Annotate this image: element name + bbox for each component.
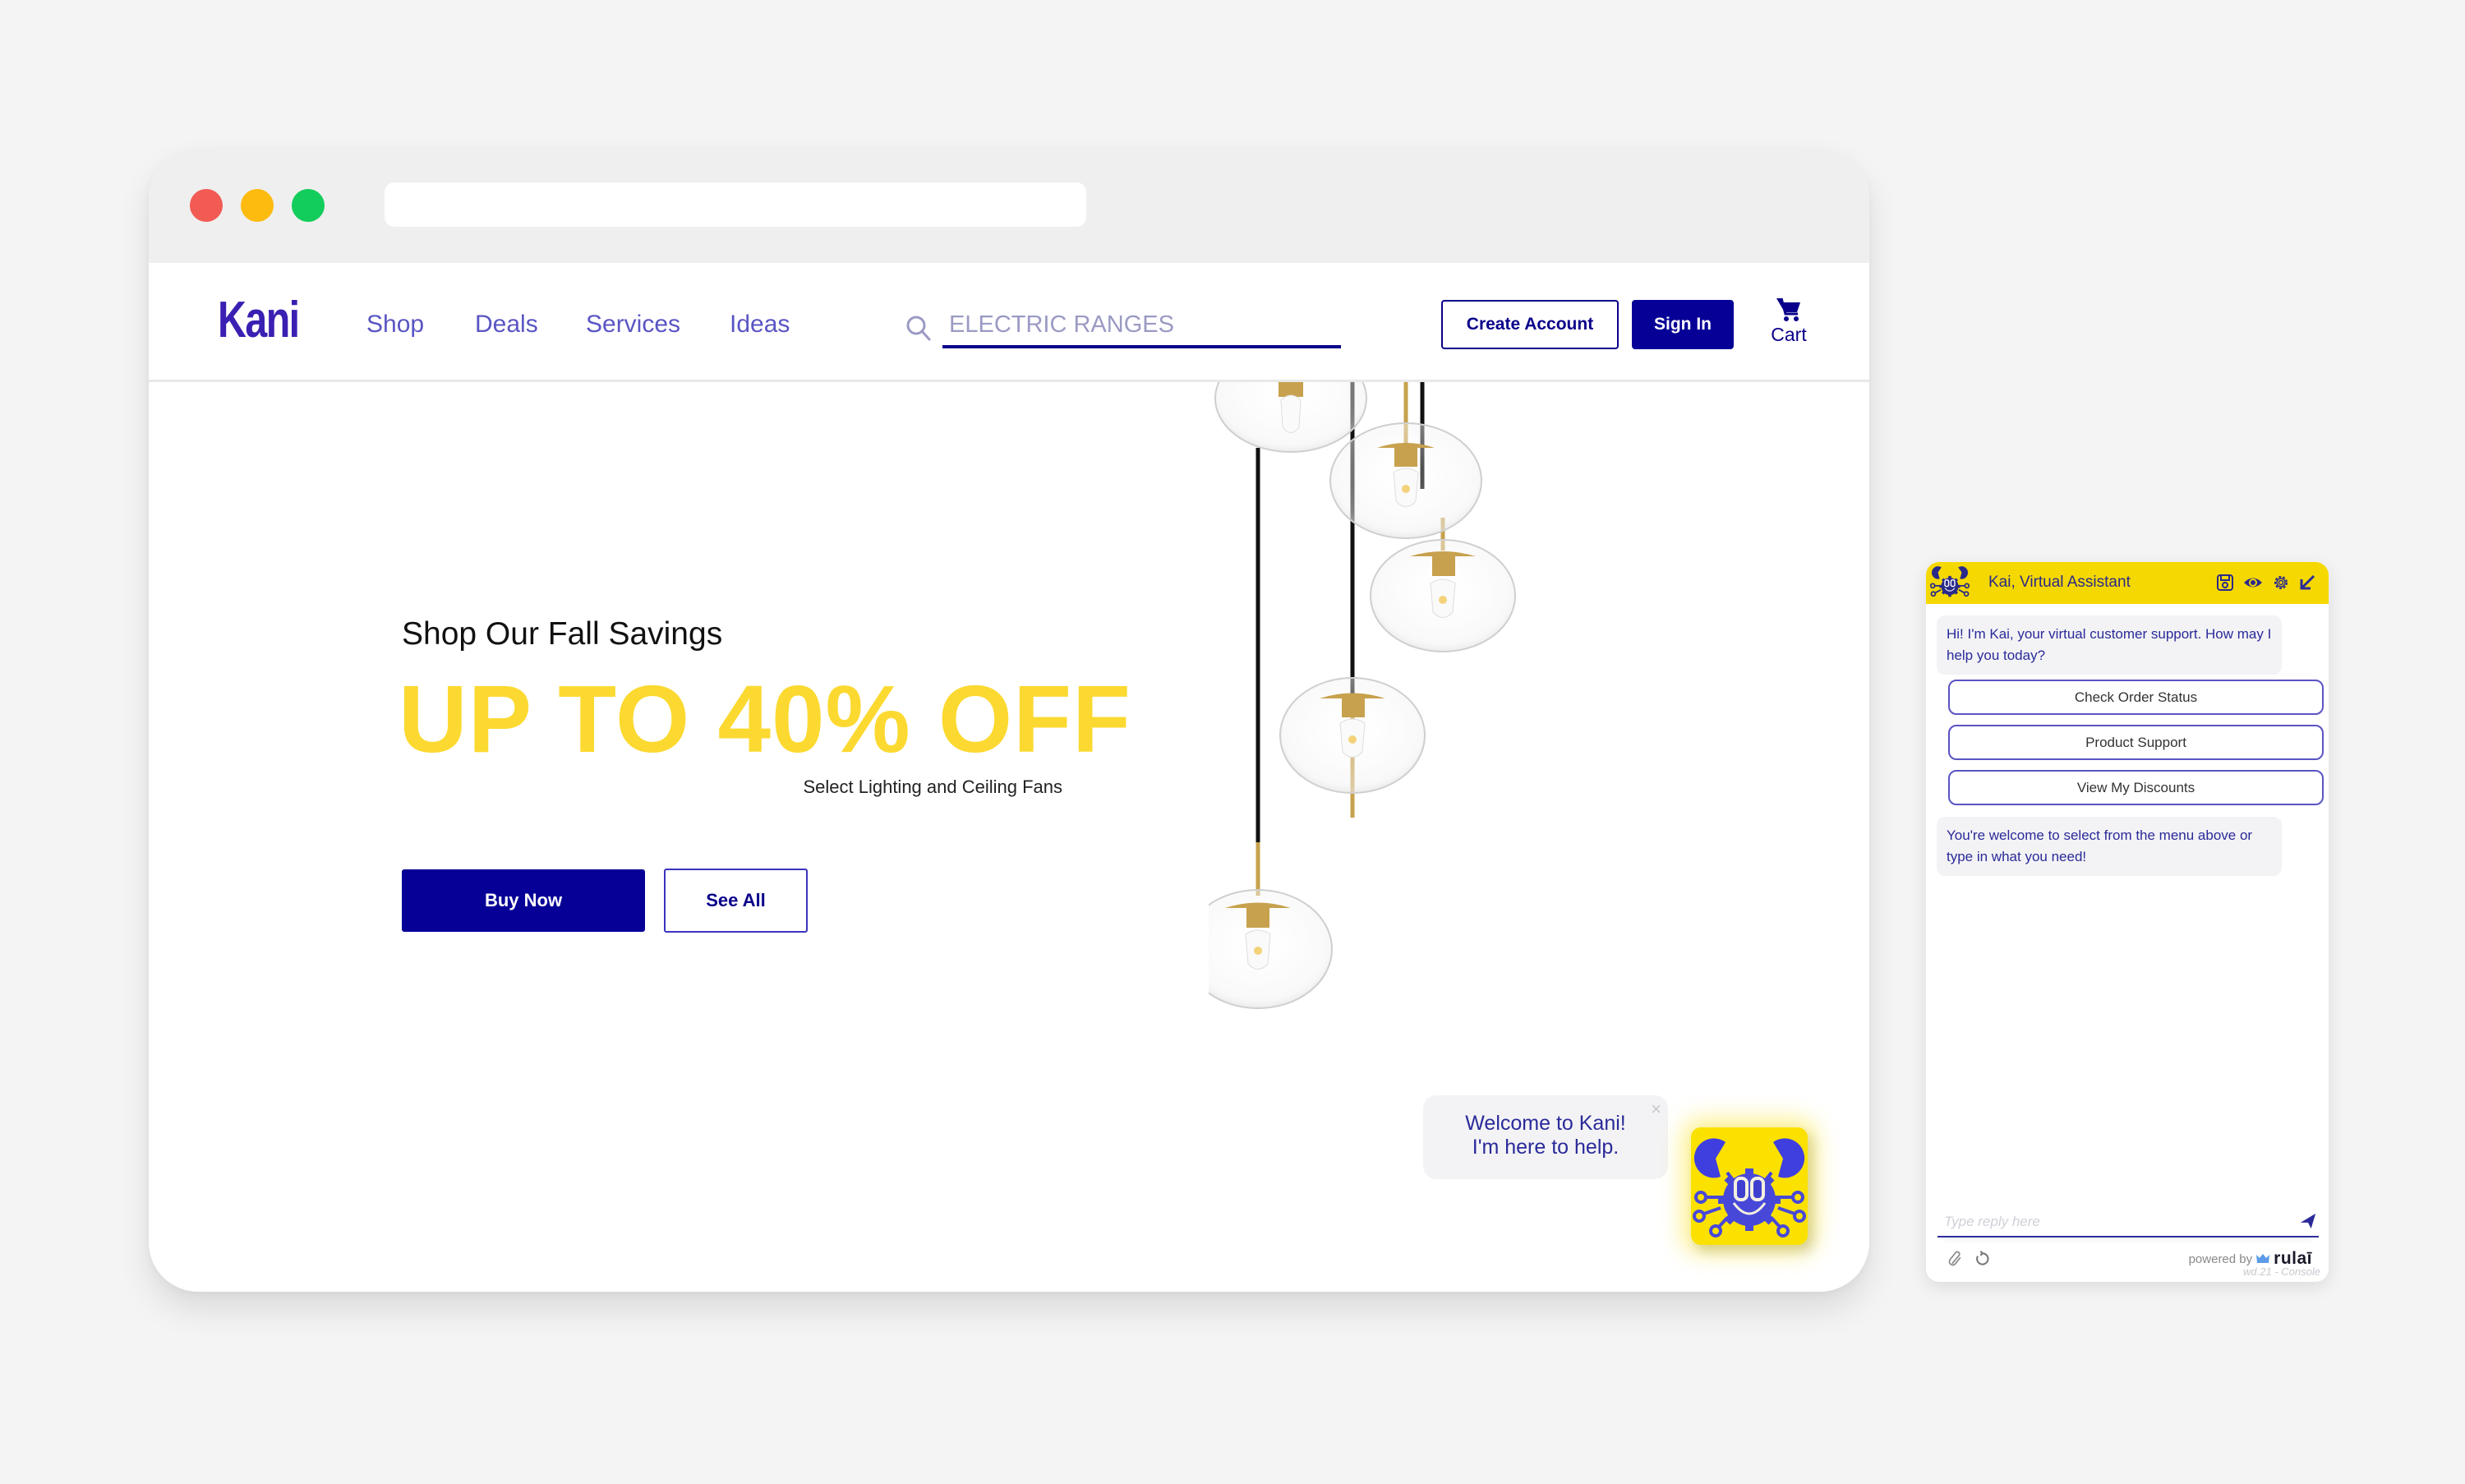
site-header: Kani Shop Deals Services Ideas Create Ac… [149, 263, 1869, 382]
send-icon[interactable] [2299, 1212, 2317, 1230]
hero-subtitle: Select Lighting and Ceiling Fans [803, 777, 1062, 797]
create-account-button[interactable]: Create Account [1441, 300, 1619, 349]
nav-services[interactable]: Services [586, 311, 680, 339]
sign-in-button[interactable]: Sign In [1632, 300, 1734, 349]
cart-label: Cart [1771, 324, 1807, 345]
paperclip-icon[interactable] [1947, 1251, 1964, 1267]
save-icon[interactable] [2215, 573, 2235, 592]
chat-header: Kai, Virtual Assistant [1926, 562, 2329, 604]
chat-message: Hi! I'm Kai, your virtual customer suppo… [1937, 615, 2282, 675]
welcome-popup: × Welcome to Kani! I'm here to help. [1423, 1095, 1668, 1179]
close-window-button[interactable] [190, 189, 223, 222]
logo[interactable]: Kani [218, 291, 300, 349]
welcome-line-1: Welcome to Kani! [1465, 1112, 1626, 1135]
minimize-arrow-icon[interactable] [2297, 573, 2317, 592]
buy-now-button[interactable]: Buy Now [402, 869, 645, 932]
maximize-window-button[interactable] [292, 189, 325, 222]
close-icon[interactable]: × [1651, 1097, 1661, 1121]
search-input[interactable] [942, 304, 1341, 348]
nav-shop[interactable]: Shop [366, 311, 424, 339]
pendant-lights-image [1209, 382, 1516, 1009]
rulai-logo-icon [2256, 1254, 2270, 1263]
chat-title: Kai, Virtual Assistant [1988, 574, 2131, 591]
quick-reply-view-my-discounts[interactable]: View My Discounts [1948, 770, 2324, 805]
powered-by-label: powered by [2188, 1251, 2253, 1266]
nav-deals[interactable]: Deals [475, 311, 538, 339]
eye-icon[interactable] [2243, 573, 2263, 592]
chat-message: You're welcome to select from the menu a… [1937, 817, 2282, 876]
chatbot-launcher-button[interactable] [1691, 1127, 1808, 1245]
crab-bot-icon [1693, 1138, 1806, 1237]
see-all-button[interactable]: See All [664, 869, 808, 933]
nav-ideas[interactable]: Ideas [730, 311, 790, 339]
build-label: wd.21 - Console [2243, 1265, 2320, 1278]
gear-icon[interactable] [2271, 573, 2291, 592]
chat-panel: Kai, Virtual Assistant Hi! I'm Kai, your… [1926, 562, 2329, 1282]
welcome-line-2: I'm here to help. [1472, 1136, 1620, 1159]
browser-titlebar [149, 148, 1869, 263]
quick-reply-check-order-status[interactable]: Check Order Status [1948, 680, 2324, 715]
cart-icon [1776, 297, 1800, 321]
cart-button[interactable]: Cart [1764, 296, 1813, 346]
hero-eyebrow: Shop Our Fall Savings [402, 616, 723, 652]
kai-avatar-icon [1929, 566, 1970, 597]
url-bar[interactable] [385, 182, 1086, 227]
quick-reply-product-support[interactable]: Product Support [1948, 725, 2324, 760]
browser-window: Kani Shop Deals Services Ideas Create Ac… [149, 148, 1869, 1292]
minimize-window-button[interactable] [241, 189, 274, 222]
hero-headline: UP TO 40% OFF [399, 666, 1131, 772]
chat-reply-input[interactable] [1937, 1208, 2319, 1237]
restart-icon[interactable] [1974, 1251, 1990, 1267]
search-icon[interactable] [905, 314, 933, 342]
